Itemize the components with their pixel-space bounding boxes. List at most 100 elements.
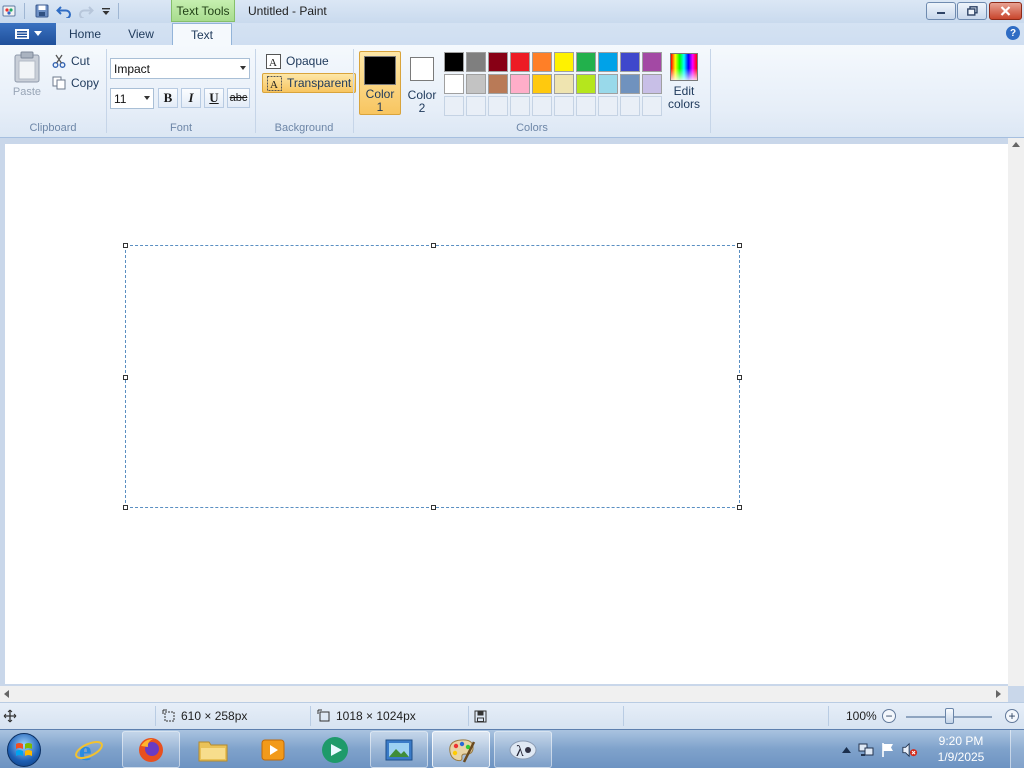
opaque-button[interactable]: A Opaque: [262, 51, 333, 71]
taskbar-paint[interactable]: [432, 731, 490, 768]
palette-swatch[interactable]: [576, 52, 596, 72]
palette-swatch[interactable]: [510, 74, 530, 94]
taskbar-internet-explorer[interactable]: e: [60, 731, 118, 768]
palette-swatch[interactable]: [642, 74, 662, 94]
palette-swatch[interactable]: [554, 74, 574, 94]
tab-text[interactable]: Text: [172, 23, 232, 46]
ribbon-tab-row: Home View Text ?: [0, 23, 1024, 46]
taskbar-media-player[interactable]: [244, 731, 302, 768]
palette-swatch-empty[interactable]: [598, 96, 618, 116]
close-button[interactable]: [989, 2, 1022, 20]
horizontal-scrollbar[interactable]: [0, 686, 1008, 702]
taskbar-photo-viewer[interactable]: [370, 731, 428, 768]
palette-swatch-empty[interactable]: [554, 96, 574, 116]
svg-text:A: A: [270, 79, 278, 91]
action-center-flag-icon[interactable]: [880, 742, 896, 758]
palette-swatch[interactable]: [576, 74, 596, 94]
resize-handle-bottom[interactable]: [431, 505, 436, 510]
paint-menu-icon: [15, 29, 29, 39]
selection-size-value: 610 × 258px: [181, 709, 248, 723]
color-2-button[interactable]: Color 2: [401, 51, 443, 115]
palette-swatch[interactable]: [620, 52, 640, 72]
restore-icon: [966, 6, 978, 16]
font-size-combo[interactable]: 11: [110, 88, 154, 109]
italic-button[interactable]: I: [181, 88, 201, 108]
palette-swatch[interactable]: [488, 74, 508, 94]
palette-swatch-empty[interactable]: [488, 96, 508, 116]
scroll-up-icon[interactable]: [1012, 142, 1020, 148]
palette-swatch[interactable]: [532, 74, 552, 94]
paint-menu-button[interactable]: [0, 23, 56, 45]
tab-home[interactable]: Home: [60, 23, 110, 45]
vertical-scrollbar[interactable]: [1008, 138, 1024, 686]
start-button[interactable]: [4, 731, 44, 768]
save-icon[interactable]: [34, 3, 50, 19]
palette-swatch[interactable]: [488, 52, 508, 72]
palette-swatch-empty[interactable]: [466, 96, 486, 116]
restore-button[interactable]: [957, 2, 987, 20]
zoom-out-button[interactable]: −: [882, 709, 896, 723]
paste-button[interactable]: Paste: [8, 51, 46, 103]
redo-icon[interactable]: [78, 3, 94, 19]
show-hidden-icons-button[interactable]: [838, 742, 854, 758]
resize-handle-right[interactable]: [737, 375, 742, 380]
clock[interactable]: 9:20 PM 1/9/2025: [926, 733, 996, 765]
palette-swatch[interactable]: [598, 74, 618, 94]
palette-swatch[interactable]: [510, 52, 530, 72]
customize-quick-access-icon[interactable]: [98, 3, 114, 19]
palette-swatch-empty[interactable]: [642, 96, 662, 116]
palette-swatch-empty[interactable]: [444, 96, 464, 116]
resize-handle-left[interactable]: [123, 375, 128, 380]
resize-handle-bottom-right[interactable]: [737, 505, 742, 510]
palette-swatch-empty[interactable]: [510, 96, 530, 116]
taskbar-firefox[interactable]: [122, 731, 180, 768]
taskbar-media-center[interactable]: [306, 731, 364, 768]
resize-handle-top-left[interactable]: [123, 243, 128, 248]
resize-handle-bottom-left[interactable]: [123, 505, 128, 510]
paint-app-icon[interactable]: [1, 3, 17, 19]
scroll-right-icon[interactable]: [996, 690, 1002, 698]
tab-view[interactable]: View: [116, 23, 166, 45]
scroll-left-icon[interactable]: [4, 690, 10, 698]
transparent-button[interactable]: A Transparent: [262, 73, 357, 93]
network-icon[interactable]: [858, 742, 874, 758]
color-2-label-line1: Color: [407, 88, 437, 102]
palette-swatch[interactable]: [532, 52, 552, 72]
quick-access-divider: [118, 3, 119, 19]
cut-button[interactable]: Cut: [52, 51, 90, 71]
zoom-in-button[interactable]: +: [1005, 709, 1019, 723]
font-family-combo[interactable]: Impact: [110, 58, 250, 79]
palette-swatch[interactable]: [620, 74, 640, 94]
volume-muted-icon[interactable]: [902, 742, 918, 758]
text-entry-box[interactable]: [123, 243, 742, 510]
palette-swatch-empty[interactable]: [576, 96, 596, 116]
palette-swatch[interactable]: [466, 52, 486, 72]
minimize-button[interactable]: [926, 2, 956, 20]
paste-label: Paste: [12, 86, 42, 98]
color-1-button[interactable]: Color 1: [359, 51, 401, 115]
show-desktop-button[interactable]: [1010, 730, 1024, 768]
palette-swatch[interactable]: [444, 74, 464, 94]
taskbar-app[interactable]: λ: [494, 731, 552, 768]
strikethrough-button[interactable]: abc: [227, 88, 250, 108]
paint-palette-icon: [449, 738, 476, 763]
copy-button[interactable]: Copy: [52, 73, 99, 93]
drawing-canvas[interactable]: [5, 144, 1008, 684]
help-icon[interactable]: ?: [1006, 26, 1020, 40]
bold-button[interactable]: B: [158, 88, 178, 108]
undo-icon[interactable]: [56, 3, 72, 19]
palette-swatch[interactable]: [554, 52, 574, 72]
zoom-slider[interactable]: [906, 708, 992, 724]
edit-colors-button[interactable]: Edit colors: [666, 51, 702, 115]
zoom-slider-thumb[interactable]: [944, 708, 954, 724]
palette-swatch[interactable]: [642, 52, 662, 72]
taskbar-file-explorer[interactable]: [184, 731, 242, 768]
palette-swatch-empty[interactable]: [620, 96, 640, 116]
underline-button[interactable]: U: [204, 88, 224, 108]
palette-swatch[interactable]: [466, 74, 486, 94]
palette-swatch[interactable]: [598, 52, 618, 72]
resize-handle-top-right[interactable]: [737, 243, 742, 248]
palette-swatch-empty[interactable]: [532, 96, 552, 116]
resize-handle-top[interactable]: [431, 243, 436, 248]
palette-swatch[interactable]: [444, 52, 464, 72]
